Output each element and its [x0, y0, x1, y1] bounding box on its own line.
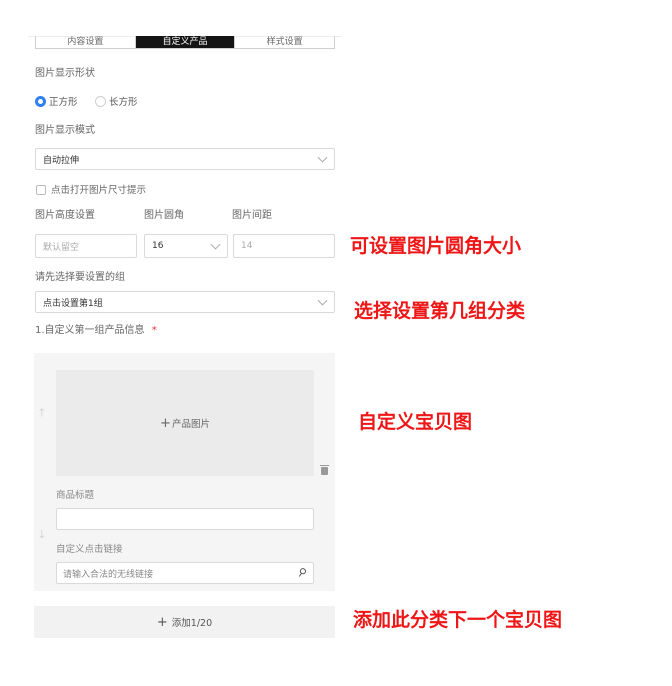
group-label: 请先选择要设置的组: [35, 272, 125, 283]
link-icon[interactable]: ⚲: [295, 565, 309, 580]
plus-icon: +: [156, 614, 168, 630]
product-image-upload[interactable]: + 产品图片: [56, 370, 314, 476]
required-mark: *: [151, 325, 157, 336]
image-height-placeholder: 默认留空: [43, 242, 80, 253]
radio-rectangle-label: 长方形: [109, 97, 138, 108]
image-radius-label: 图片圆角: [144, 210, 184, 221]
product-image-label: 产品图片: [171, 419, 210, 430]
product-title-input[interactable]: [56, 508, 314, 530]
annotation-radius: 可设置图片圆角大小: [350, 235, 522, 257]
trash-icon[interactable]: [320, 465, 329, 475]
radio-unchecked-icon: [95, 95, 106, 107]
tab-style-settings[interactable]: 样式设置: [234, 36, 334, 48]
plus-icon: +: [160, 415, 171, 431]
annotation-group: 选择设置第几组分类: [354, 300, 526, 322]
product-section-title: 1.自定义第一组产品信息 *: [35, 324, 157, 337]
image-height-input[interactable]: 默认留空: [35, 234, 137, 258]
chevron-down-icon: [317, 152, 328, 163]
add-product-label: 添加1/20: [171, 618, 213, 629]
add-product-button[interactable]: + 添加1/20: [34, 606, 335, 638]
tab-bar: 内容设置 自定义产品 样式设置: [35, 36, 335, 49]
image-radius-value: 16: [152, 241, 164, 251]
radio-square[interactable]: 正方形: [35, 94, 78, 108]
radio-rectangle[interactable]: 长方形: [95, 94, 138, 108]
image-gap-input[interactable]: 14: [233, 234, 335, 258]
group-value: 点击设置第1组: [43, 298, 103, 309]
move-down-icon[interactable]: 🡓: [39, 526, 45, 545]
image-mode-label: 图片显示模式: [35, 125, 95, 136]
image-gap-label: 图片间距: [232, 210, 272, 221]
size-hint-label: 点击打开图片尺寸提示: [51, 185, 147, 196]
product-link-input[interactable]: 请输入合法的无线链接 ⚲: [56, 562, 314, 584]
product-link-label: 自定义点击链接: [56, 544, 123, 555]
image-radius-select[interactable]: 16: [144, 234, 228, 258]
product-title-label: 商品标题: [56, 490, 95, 501]
chevron-down-icon: [317, 295, 328, 306]
image-height-label: 图片高度设置: [35, 210, 95, 221]
group-select[interactable]: 点击设置第1组: [35, 291, 335, 313]
image-gap-value: 14: [241, 241, 253, 251]
annotation-add: 添加此分类下一个宝贝图: [353, 609, 563, 631]
image-mode-select[interactable]: 自动拉伸: [35, 148, 335, 170]
tab-content-settings[interactable]: 内容设置: [36, 36, 135, 48]
move-up-icon[interactable]: 🡑: [39, 404, 45, 423]
annotation-image: 自定义宝贝图: [358, 411, 473, 433]
product-section-title-text: 1.自定义第一组产品信息: [35, 325, 145, 336]
radio-square-label: 正方形: [49, 97, 78, 108]
image-mode-value: 自动拉伸: [43, 155, 80, 166]
image-shape-label: 图片显示形状: [35, 68, 95, 79]
radio-checked-icon: [35, 95, 46, 107]
size-hint-checkbox[interactable]: [36, 185, 46, 195]
tab-custom-product[interactable]: 自定义产品: [134, 36, 235, 48]
product-link-placeholder: 请输入合法的无线链接: [63, 569, 154, 580]
chevron-down-icon: [210, 239, 221, 250]
